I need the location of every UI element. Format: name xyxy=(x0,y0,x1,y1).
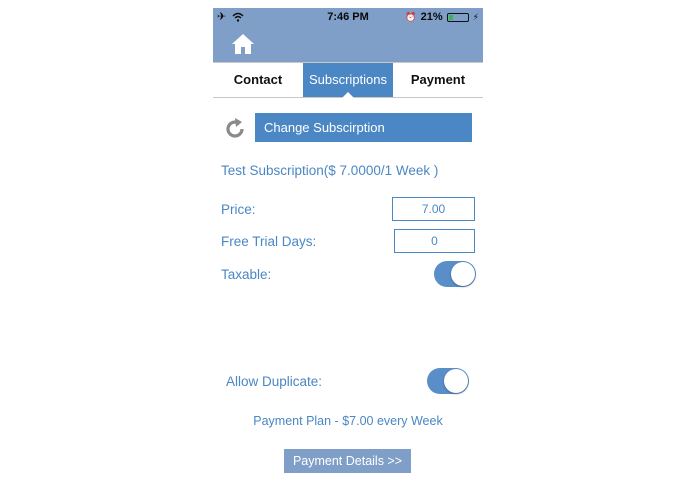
payment-plan-text: Payment Plan - $7.00 every Week xyxy=(253,414,443,428)
allow-duplicate-toggle[interactable] xyxy=(427,368,469,394)
allow-duplicate-label: Allow Duplicate: xyxy=(226,374,323,389)
toggle-knob xyxy=(444,369,468,393)
tab-subscriptions[interactable]: Subscriptions xyxy=(303,63,393,98)
free-trial-days-field[interactable]: 0 xyxy=(394,229,475,253)
taxable-label: Taxable: xyxy=(221,267,272,282)
refresh-icon[interactable] xyxy=(223,117,247,141)
battery-icon xyxy=(446,12,469,22)
subscription-name: Test Subscription($ 7.0000/1 Week ) xyxy=(221,163,439,178)
alarm-icon: ⏰ xyxy=(405,11,417,22)
toggle-knob xyxy=(451,262,475,286)
tab-bar: Contact Subscriptions Payment xyxy=(213,62,483,98)
status-bar: ✈ 7:46 PM ⏰ 21% ⚡ xyxy=(213,8,483,26)
payment-details-button[interactable]: Payment Details >> xyxy=(284,449,411,473)
tab-payment[interactable]: Payment xyxy=(393,63,483,97)
home-icon[interactable] xyxy=(231,32,255,56)
tab-contact[interactable]: Contact xyxy=(213,63,303,97)
app-screen: ✈ 7:46 PM ⏰ 21% ⚡ Contact Subscriptions … xyxy=(213,8,483,488)
change-subscription-button[interactable]: Change Subscirption xyxy=(255,113,472,142)
price-field[interactable]: 7.00 xyxy=(392,197,475,221)
taxable-toggle[interactable] xyxy=(434,261,476,287)
price-label: Price: xyxy=(221,202,256,217)
battery-percent: 21% xyxy=(420,11,443,23)
charging-icon: ⚡ xyxy=(472,11,479,22)
free-trial-days-label: Free Trial Days: xyxy=(221,234,317,249)
